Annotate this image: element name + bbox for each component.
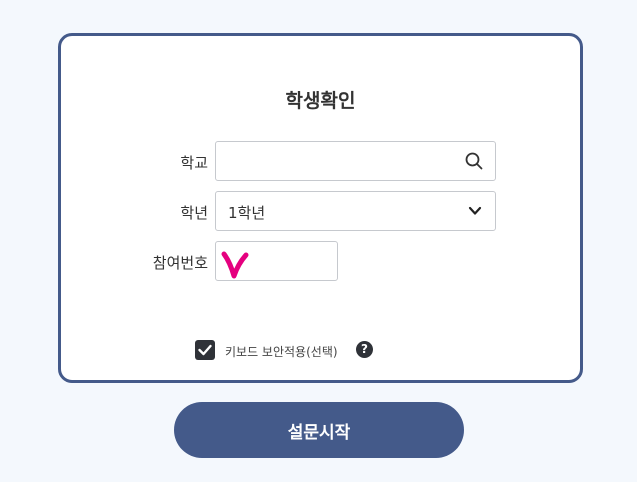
school-input[interactable] — [216, 142, 466, 178]
help-icon[interactable]: ? — [356, 341, 373, 358]
grade-selected-value: 1학년 — [228, 204, 266, 222]
school-label: 학교 — [180, 154, 208, 172]
keyboard-security-checkbox[interactable] — [195, 340, 215, 360]
student-verification-card: 학생확인 학교 학년 1학년 참여번호 키보드 보안적용(선택) ? — [58, 33, 583, 383]
chevron-down-icon — [468, 206, 482, 215]
participant-number-field[interactable] — [215, 241, 338, 281]
check-icon — [198, 344, 212, 356]
keyboard-security-label: 키보드 보안적용(선택) — [225, 345, 338, 359]
start-survey-button[interactable]: 설문시작 — [174, 402, 464, 458]
search-icon[interactable] — [465, 152, 483, 170]
school-search-field[interactable] — [215, 141, 496, 181]
page-title: 학생확인 — [285, 90, 356, 112]
participant-number-label: 참여번호 — [152, 254, 208, 272]
grade-select[interactable]: 1학년 — [215, 191, 496, 231]
pink-check-annotation — [221, 251, 249, 279]
grade-label: 학년 — [180, 204, 208, 222]
